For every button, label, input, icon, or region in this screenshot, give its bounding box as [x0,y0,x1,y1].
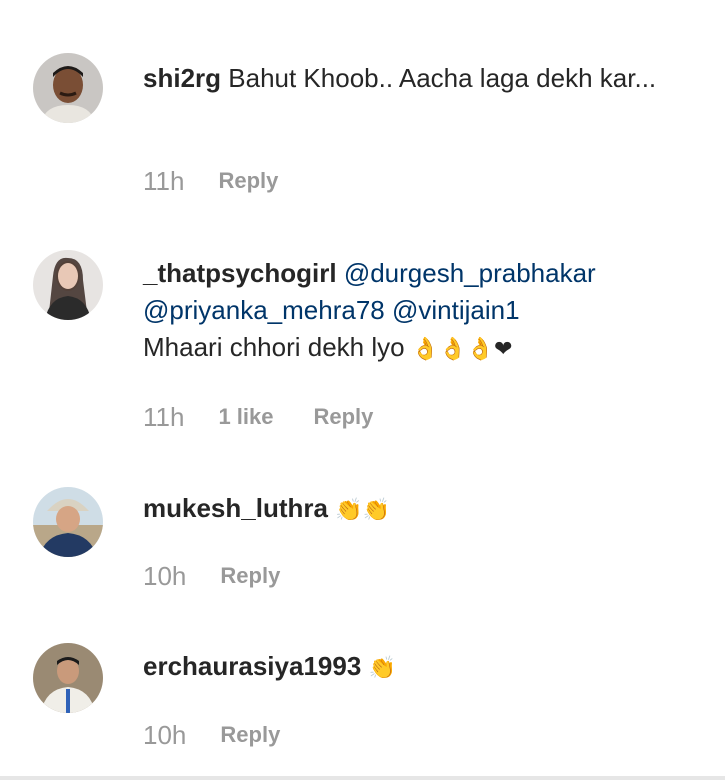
timestamp[interactable]: 10h [143,720,186,751]
avatar[interactable] [33,643,103,713]
avatar[interactable] [33,250,103,320]
emoji-reaction: 👏 [368,655,396,680]
username-link[interactable]: shi2rg [143,63,221,93]
mention-link[interactable]: @vintijain1 [392,295,520,325]
likes-count[interactable]: 1 like [218,404,273,430]
comment-content: Bahut Khoob.. Aacha laga dekh kar... [228,63,657,93]
username-link[interactable]: erchaurasiya1993 [143,651,361,681]
username-link[interactable]: mukesh_luthra [143,493,328,523]
comment-body: mukesh_luthra 👏👏 [143,490,703,528]
emoji-reaction: 👌👌👌❤ [411,336,513,361]
comment-meta: 10h Reply [143,561,280,591]
avatar-image [33,643,103,713]
reply-button[interactable]: Reply [218,168,278,194]
reply-button[interactable]: Reply [220,563,280,589]
avatar-image [33,487,103,557]
comment-content: Mhaari chhori dekh lyo [143,332,405,362]
avatar-image [33,250,103,320]
comment-meta: 11h Reply [143,166,278,196]
comment-text: shi2rg Bahut Khoob.. Aacha laga dekh kar… [143,60,703,97]
timestamp[interactable]: 11h [143,166,184,197]
username-link[interactable]: _thatpsychogirl [143,258,337,288]
mention-link[interactable]: @durgesh_prabhakar [344,258,596,288]
avatar[interactable] [33,487,103,557]
emoji-reaction: 👏👏 [335,497,390,522]
comment-body: erchaurasiya1993 👏 [143,648,703,686]
comment-text: _thatpsychogirl @durgesh_prabhakar @priy… [143,255,703,367]
timestamp[interactable]: 10h [143,561,186,592]
reply-button[interactable]: Reply [314,404,374,430]
reply-button[interactable]: Reply [220,722,280,748]
comment-text: erchaurasiya1993 👏 [143,648,703,686]
comment-text: mukesh_luthra 👏👏 [143,490,703,528]
avatar-image [33,53,103,123]
divider [0,776,725,780]
avatar[interactable] [33,53,103,123]
comment-body: _thatpsychogirl @durgesh_prabhakar @priy… [143,255,703,367]
comment-meta: 10h Reply [143,720,280,750]
comment-meta: 11h 1 like Reply [143,402,373,432]
mention-link[interactable]: @priyanka_mehra78 [143,295,385,325]
timestamp[interactable]: 11h [143,402,184,433]
comment-body: shi2rg Bahut Khoob.. Aacha laga dekh kar… [143,60,703,97]
